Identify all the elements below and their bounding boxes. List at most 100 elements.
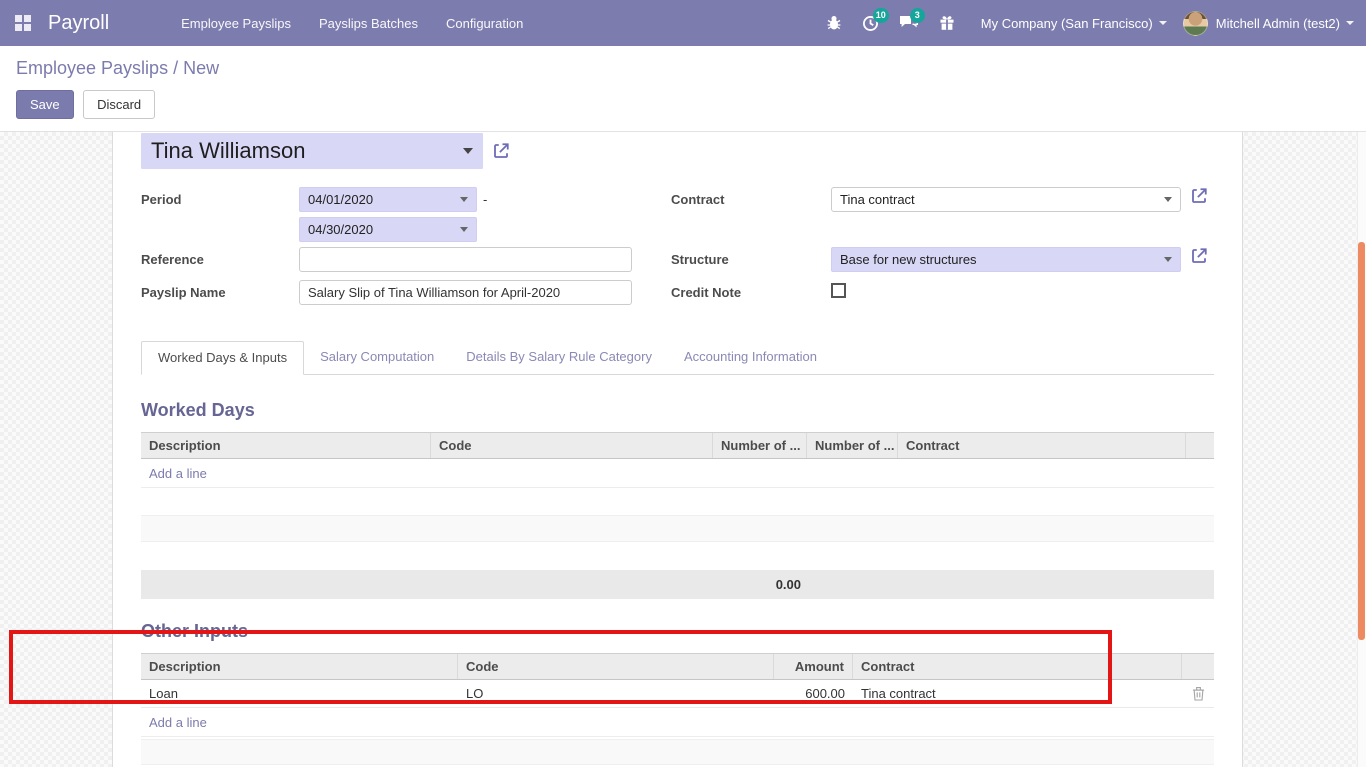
chevron-down-icon: [1159, 21, 1167, 25]
trash-icon: [1192, 686, 1205, 701]
app-title[interactable]: Payroll: [48, 12, 109, 35]
add-a-line-link[interactable]: Add a line: [141, 715, 207, 730]
other-inputs-row-loan: Loan LO 600.00 Tina contract: [141, 680, 1214, 708]
tab-details-by-salary-rule-category[interactable]: Details By Salary Rule Category: [450, 341, 668, 375]
form-view: Tina Williamson Period 04/01/2020 - Con: [0, 132, 1366, 767]
systray: 10 3 My Company (San Francisco) Mitchell…: [816, 11, 1354, 36]
vertical-scrollbar[interactable]: [1357, 132, 1366, 767]
cell-description[interactable]: Loan: [141, 686, 458, 701]
chevron-down-icon: [463, 148, 473, 154]
menu-employee-payslips[interactable]: Employee Payslips: [167, 0, 305, 46]
credit-note-checkbox[interactable]: [831, 283, 846, 298]
activities-badge: 10: [873, 8, 889, 23]
external-link-icon[interactable]: [1190, 187, 1208, 205]
debug-bug-icon[interactable]: [826, 15, 842, 31]
cell-contract[interactable]: Tina contract: [853, 686, 1182, 701]
empty-row: [141, 488, 1214, 515]
add-a-line-link[interactable]: Add a line: [141, 466, 207, 481]
cell-amount[interactable]: 600.00: [774, 686, 853, 701]
contract-label: Contract: [671, 187, 831, 217]
worked-days-table: Description Code Number of ... Number of…: [141, 432, 1214, 599]
company-switcher[interactable]: My Company (San Francisco): [981, 16, 1167, 31]
structure-label: Structure: [671, 247, 831, 280]
col-number-of-hours[interactable]: Number of ...: [807, 433, 898, 458]
worked-days-add-line-row: Add a line: [141, 459, 1214, 488]
reference-input[interactable]: [299, 247, 632, 272]
breadcrumb-separator: /: [173, 58, 178, 78]
apps-grid-icon: [15, 15, 31, 31]
discard-button[interactable]: Discard: [83, 90, 155, 119]
period-from-value: 04/01/2020: [308, 192, 460, 207]
contract-field[interactable]: Tina contract: [831, 187, 1181, 212]
period-dash: -: [483, 187, 487, 207]
user-name: Mitchell Admin (test2): [1216, 16, 1340, 31]
total-number-of-days: 0.00: [713, 577, 807, 592]
col-number-of-days[interactable]: Number of ...: [713, 433, 807, 458]
chevron-down-icon: [1346, 21, 1354, 25]
apps-menu-button[interactable]: [8, 8, 38, 38]
credit-note-label: Credit Note: [671, 280, 831, 313]
period-to-field[interactable]: 04/30/2020: [299, 217, 477, 242]
contract-value: Tina contract: [840, 192, 1164, 207]
activities-button[interactable]: 10: [862, 15, 879, 32]
reference-label: Reference: [141, 247, 299, 280]
col-contract[interactable]: Contract: [853, 654, 1182, 679]
col-actions: [1186, 433, 1214, 458]
other-inputs-header: Description Code Amount Contract: [141, 653, 1214, 680]
user-menu[interactable]: Mitchell Admin (test2): [1183, 11, 1354, 36]
menu-payslips-batches[interactable]: Payslips Batches: [305, 0, 432, 46]
tab-accounting-information[interactable]: Accounting Information: [668, 341, 833, 375]
company-name: My Company (San Francisco): [981, 16, 1153, 31]
col-code[interactable]: Code: [458, 654, 774, 679]
notebook-tabs: Worked Days & Inputs Salary Computation …: [141, 340, 1214, 375]
employee-field[interactable]: Tina Williamson: [141, 133, 483, 169]
worked-days-title: Worked Days: [141, 400, 1214, 421]
chevron-down-icon: [460, 197, 468, 202]
employee-name: Tina Williamson: [151, 138, 457, 164]
save-button[interactable]: Save: [16, 90, 74, 119]
cell-code[interactable]: LO: [458, 686, 774, 701]
main-menu: Employee Payslips Payslips Batches Confi…: [167, 0, 537, 46]
delete-row-button[interactable]: [1182, 686, 1214, 701]
empty-row: [141, 739, 1214, 765]
menu-configuration[interactable]: Configuration: [432, 0, 537, 46]
other-inputs-title: Other Inputs: [141, 621, 1214, 642]
scrollbar-thumb[interactable]: [1358, 242, 1365, 640]
col-actions: [1182, 654, 1214, 679]
payslip-name-input[interactable]: [299, 280, 632, 305]
top-navbar: Payroll Employee Payslips Payslips Batch…: [0, 0, 1366, 46]
control-panel: Employee Payslips / New Save Discard: [0, 46, 1366, 132]
messages-button[interactable]: 3: [899, 15, 919, 31]
empty-row: [141, 542, 1214, 569]
chevron-down-icon: [1164, 197, 1172, 202]
other-inputs-table: Description Code Amount Contract Loan LO…: [141, 653, 1214, 765]
col-description[interactable]: Description: [141, 433, 431, 458]
col-amount[interactable]: Amount: [774, 654, 853, 679]
period-from-field[interactable]: 04/01/2020: [299, 187, 477, 212]
form-sheet: Tina Williamson Period 04/01/2020 - Con: [112, 132, 1243, 767]
worked-days-header: Description Code Number of ... Number of…: [141, 432, 1214, 459]
breadcrumb: Employee Payslips / New: [16, 58, 1366, 79]
chevron-down-icon: [460, 227, 468, 232]
breadcrumb-current: New: [183, 58, 219, 78]
col-code[interactable]: Code: [431, 433, 713, 458]
payslip-name-label: Payslip Name: [141, 280, 299, 313]
chevron-down-icon: [1164, 257, 1172, 262]
col-description[interactable]: Description: [141, 654, 458, 679]
structure-value: Base for new structures: [840, 252, 1164, 267]
tab-salary-computation[interactable]: Salary Computation: [304, 341, 450, 375]
gift-button[interactable]: [939, 15, 955, 31]
form-buttons: Save Discard: [16, 90, 1366, 119]
gift-icon: [939, 15, 955, 31]
breadcrumb-parent[interactable]: Employee Payslips: [16, 58, 168, 78]
worked-days-total-row: 0.00: [141, 570, 1214, 599]
external-link-icon[interactable]: [492, 142, 510, 160]
col-contract[interactable]: Contract: [898, 433, 1186, 458]
external-link-icon[interactable]: [1190, 247, 1208, 265]
structure-field[interactable]: Base for new structures: [831, 247, 1181, 272]
empty-row: [141, 515, 1214, 542]
other-inputs-add-line-row: Add a line: [141, 708, 1214, 737]
period-to-value: 04/30/2020: [308, 222, 460, 237]
tab-worked-days-inputs[interactable]: Worked Days & Inputs: [141, 341, 304, 375]
user-avatar: [1183, 11, 1208, 36]
